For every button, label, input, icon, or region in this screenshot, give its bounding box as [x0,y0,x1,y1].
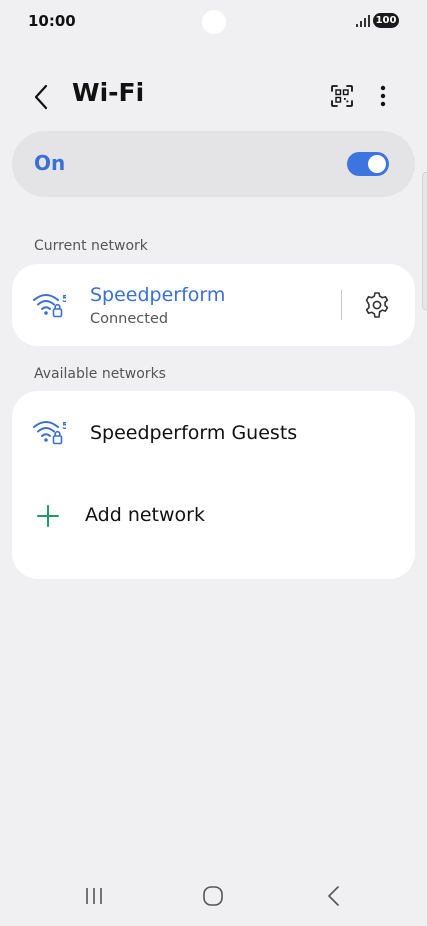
page-title: Wi-Fi [72,78,145,107]
qr-scan-icon [331,85,353,107]
front-camera [202,10,226,34]
home-icon [203,886,223,906]
nav-back-button[interactable] [315,880,351,912]
navigation-bar [0,870,427,922]
more-vertical-icon [380,85,386,107]
wifi-toggle-label: On [34,151,66,175]
signal-icon [356,15,370,27]
available-network-name: Speedperform Guests [90,422,298,444]
current-network-header: Current network [34,238,148,254]
app-bar: Wi-Fi [0,70,427,118]
add-network-label: Add network [85,504,205,526]
back-button[interactable] [24,80,58,114]
wifi-switch[interactable] [347,152,389,176]
current-network-status: Connected [90,311,169,327]
plus-icon [37,505,59,527]
recents-button[interactable] [76,880,112,912]
edge-panel-handle[interactable] [422,172,427,310]
network-settings-button[interactable] [360,288,394,322]
recents-icon [86,888,102,904]
add-network-row[interactable]: Add network [12,475,415,557]
available-networks-header: Available networks [34,366,166,382]
band-label: 5 [62,421,66,432]
current-network-row[interactable]: 5 Speedperform Connected [12,264,415,346]
battery-indicator: 100 [373,13,399,28]
wifi-locked-icon: 5 [33,294,66,318]
available-networks-card: 5 Speedperform Guests Add network [12,391,415,579]
current-network-name: Speedperform [90,284,226,306]
available-network-item[interactable]: 5 Speedperform Guests [12,391,415,475]
status-time: 10:00 [28,12,76,30]
switch-knob [368,155,386,173]
qr-scan-button[interactable] [326,80,358,112]
band-label: 5 [62,294,66,305]
wifi-toggle-row[interactable]: On [12,131,415,197]
status-bar: 10:00 100 [0,0,427,44]
chevron-left-icon [34,84,48,110]
home-button[interactable] [195,880,231,912]
wifi-locked-icon: 5 [33,421,66,445]
more-options-button[interactable] [368,80,398,112]
gear-icon [365,292,389,318]
current-network-card: 5 Speedperform Connected [12,264,415,346]
settings-divider [341,290,342,320]
back-icon [328,886,339,906]
